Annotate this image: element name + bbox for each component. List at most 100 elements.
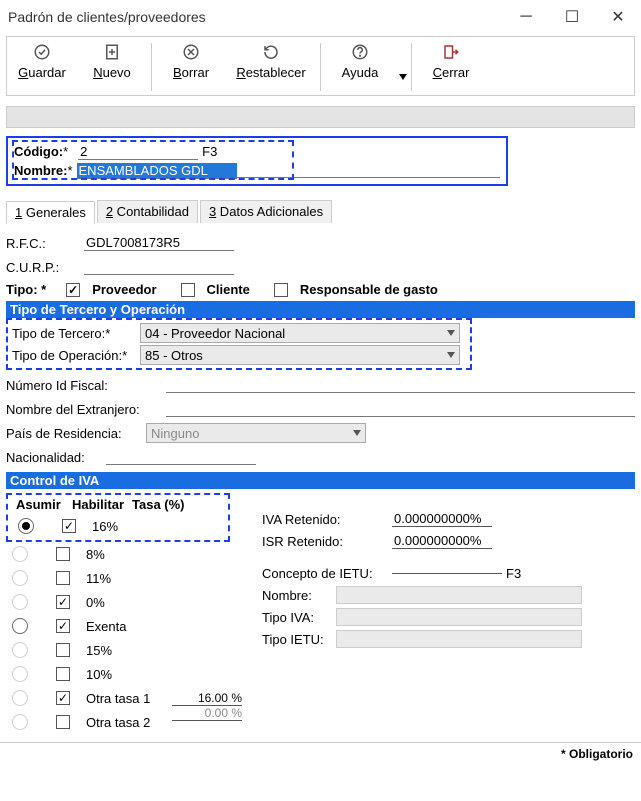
otra1-value[interactable]: 16.00 %	[172, 691, 242, 706]
responsable-checkbox[interactable]	[274, 283, 288, 297]
tasa-8: 8%	[86, 547, 105, 562]
habilitar-check-11[interactable]	[56, 571, 70, 585]
cliente-label: Cliente	[207, 282, 250, 297]
chevron-down-icon	[447, 352, 455, 358]
exit-icon	[442, 43, 460, 61]
habilitar-check-otra1[interactable]	[56, 691, 70, 705]
codigo-req: *	[63, 144, 68, 159]
habilitar-check-8[interactable]	[56, 547, 70, 561]
concepto-ietu-input[interactable]	[392, 573, 502, 574]
num-id-fiscal-label: Número Id Fiscal:	[6, 378, 166, 393]
otra2-value[interactable]: 0.00 %	[172, 706, 242, 721]
tabs: 1 Generales 2 Contabilidad 3 Datos Adici…	[6, 200, 635, 224]
tipo-tercero-dropdown[interactable]: 04 - Proveedor Nacional	[140, 323, 460, 343]
rfc-label: R.F.C.:	[6, 236, 84, 251]
iva-dashed-box: Asumir Habilitar Tasa (%) 16%	[6, 493, 230, 542]
section-iva: Control de IVA	[6, 472, 635, 489]
tasa-header: Tasa (%)	[132, 497, 185, 512]
asumir-radio-0[interactable]	[12, 594, 28, 610]
chevron-down-icon	[447, 330, 455, 336]
asumir-radio-8[interactable]	[12, 546, 28, 562]
tab-generales[interactable]: 1 Generales	[6, 201, 95, 224]
nombre-extranjero-label: Nombre del Extranjero:	[6, 402, 166, 417]
delete-button[interactable]: Borrar	[156, 43, 226, 91]
habilitar-check-exenta[interactable]	[56, 619, 70, 633]
footer-obligatorio: * Obligatorio	[0, 742, 641, 765]
delete-icon	[182, 43, 200, 61]
responsable-label: Responsable de gasto	[300, 282, 438, 297]
asumir-radio-16[interactable]	[18, 518, 34, 534]
nacionalidad-label: Nacionalidad:	[6, 450, 106, 465]
tasa-exenta: Exenta	[86, 619, 126, 634]
window-title: Padrón de clientes/proveedores	[8, 9, 503, 25]
close-toolbar-button[interactable]: Cerrar	[416, 43, 486, 91]
tipo-iva-label: Tipo IVA:	[262, 610, 332, 625]
habilitar-check-otra2[interactable]	[56, 715, 70, 729]
curp-input[interactable]	[84, 259, 234, 275]
tercero-dashed-box: Tipo de Tercero:* 04 - Proveedor Naciona…	[6, 318, 472, 370]
habilitar-header: Habilitar	[72, 497, 124, 512]
concepto-f3: F3	[506, 566, 521, 581]
nombre-req: *	[67, 163, 72, 178]
help-button[interactable]: Ayuda	[325, 43, 395, 91]
new-file-icon	[103, 43, 121, 61]
nombre-label: Nombre:	[14, 163, 67, 178]
isr-retenido-value[interactable]: 0.000000000%	[392, 533, 492, 549]
maximize-button[interactable]: ☐	[549, 0, 595, 34]
check-circle-icon	[33, 43, 51, 61]
tab-contabilidad[interactable]: 2 Contabilidad	[97, 200, 198, 223]
iva-retenido-label: IVA Retenido:	[262, 512, 392, 527]
chevron-down-icon	[353, 430, 361, 436]
minimize-button[interactable]: ─	[503, 0, 549, 34]
tasa-15: 15%	[86, 643, 112, 658]
nombre-input[interactable]: ENSAMBLADOS GDL	[77, 163, 237, 179]
tipo-ietu-label: Tipo IETU:	[262, 632, 332, 647]
isr-retenido-label: ISR Retenido:	[262, 534, 392, 549]
new-button[interactable]: Nuevo	[77, 43, 147, 91]
asumir-radio-otra1[interactable]	[12, 690, 28, 706]
tipo-iva-input	[336, 608, 582, 626]
concepto-ietu-label: Concepto de IETU:	[262, 566, 392, 581]
habilitar-check-0[interactable]	[56, 595, 70, 609]
asumir-header: Asumir	[16, 497, 64, 512]
pais-residencia-label: País de Residencia:	[6, 426, 146, 441]
tasa-16: 16%	[92, 519, 118, 534]
cliente-checkbox[interactable]	[181, 283, 195, 297]
toolbar: Guardar Nuevo Borrar Restablecer Ayuda C…	[6, 36, 635, 96]
asumir-radio-11[interactable]	[12, 570, 28, 586]
iva-retenido-value[interactable]: 0.000000000%	[392, 511, 492, 527]
help-dropdown-caret-icon[interactable]	[399, 74, 407, 80]
proveedor-checkbox[interactable]	[66, 283, 80, 297]
tasa-10: 10%	[86, 667, 112, 682]
close-button[interactable]: ✕	[595, 0, 641, 34]
asumir-radio-otra2[interactable]	[12, 714, 28, 730]
undo-icon	[262, 43, 280, 61]
habilitar-check-10[interactable]	[56, 667, 70, 681]
titlebar: Padrón de clientes/proveedores ─ ☐ ✕	[0, 0, 641, 34]
save-button[interactable]: Guardar	[7, 43, 77, 91]
ret-nombre-label: Nombre:	[262, 588, 332, 603]
tab-datos-adicionales[interactable]: 3 Datos Adicionales	[200, 200, 332, 223]
asumir-radio-exenta[interactable]	[12, 618, 28, 634]
tipo-label: Tipo: *	[6, 282, 46, 297]
pais-residencia-dropdown[interactable]: Ninguno	[146, 423, 366, 443]
tasa-11: 11%	[86, 571, 111, 586]
proveedor-label: Proveedor	[92, 282, 156, 297]
codigo-input[interactable]	[78, 144, 198, 160]
habilitar-check-15[interactable]	[56, 643, 70, 657]
habilitar-check-16[interactable]	[62, 519, 76, 533]
asumir-radio-15[interactable]	[12, 642, 28, 658]
nacionalidad-input[interactable]	[106, 449, 256, 465]
curp-label: C.U.R.P.:	[6, 260, 84, 275]
codigo-f3: F3	[202, 144, 217, 159]
help-icon	[351, 43, 369, 61]
reset-button[interactable]: Restablecer	[226, 43, 316, 91]
tipo-operacion-dropdown[interactable]: 85 - Otros	[140, 345, 460, 365]
nombre-extranjero-input[interactable]	[166, 401, 635, 417]
rfc-input[interactable]	[84, 235, 234, 251]
asumir-radio-10[interactable]	[12, 666, 28, 682]
tasa-otra2: Otra tasa 2	[86, 715, 150, 730]
tasa-otra1: Otra tasa 1	[86, 691, 156, 706]
num-id-fiscal-input[interactable]	[166, 377, 635, 393]
tipo-operacion-label: Tipo de Operación:*	[12, 348, 140, 363]
